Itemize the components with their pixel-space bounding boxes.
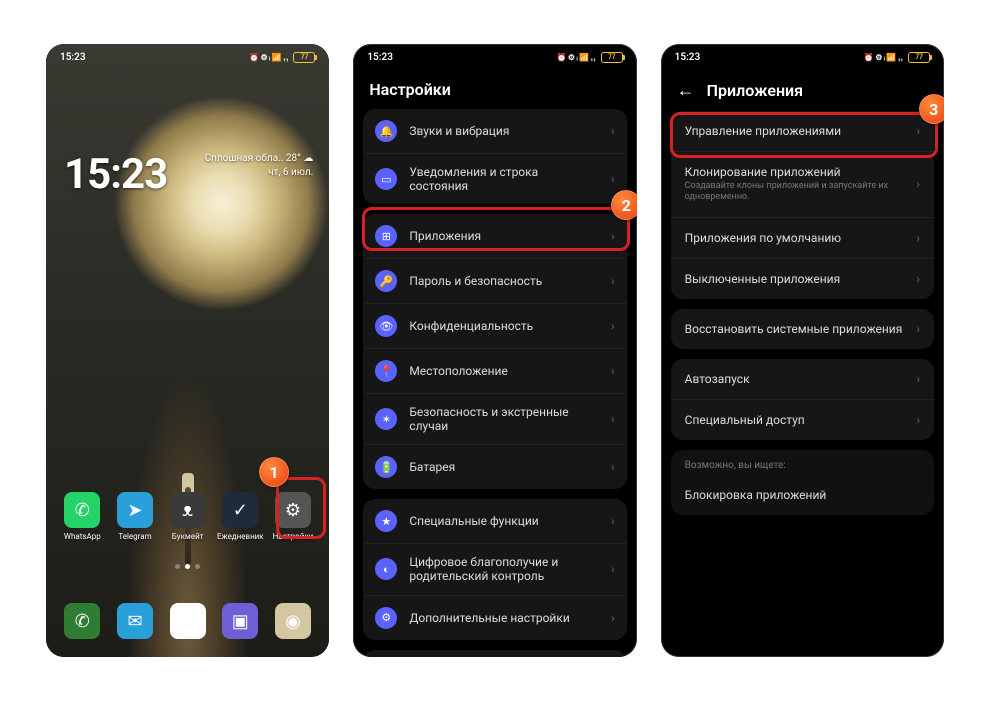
camera-icon: ◉ [275,603,311,639]
bell-icon: 🔔 [375,120,397,142]
messages-icon: ✉ [117,603,153,639]
row-sounds[interactable]: 🔔Звуки и вибрация› [363,109,626,153]
phone-icon: ✆ [64,603,100,639]
chevron-right-icon: › [916,322,920,336]
wellbeing-icon: ◐ [375,558,397,580]
chevron-right-icon: › [916,413,920,427]
battery-icon: 77 [601,52,623,63]
asterisk-icon: ✶ [375,408,397,430]
row-battery[interactable]: 🔋Батарея› [363,444,626,489]
app-row: ✆WhatsApp ➤Telegram ᴥБукмейт ✓Ежедневник… [46,492,329,541]
gear-icon: ⚙ [275,492,311,528]
battery-icon: 77 [293,52,315,63]
chevron-right-icon: › [916,231,920,245]
app-planner[interactable]: ✓Ежедневник [218,492,262,541]
chevron-right-icon: › [611,274,615,288]
row-password[interactable]: 🔑Пароль и безопасность› [363,258,626,303]
screenshot-home: 15:23 ⏰ ⚙ ᵢ 📶 ₁₁ 77 15:23 Сплошная обла.… [46,44,329,657]
telegram-icon: ➤ [117,492,153,528]
row-restore-system-apps[interactable]: Восстановить системные приложения› [671,309,934,349]
apps-icon: ⊞ [375,225,397,247]
row-clone-apps[interactable]: Клонирование приложенийСоздавайте клоны … [671,151,934,217]
chevron-right-icon: › [611,412,615,426]
step-badge-1: 1 [259,457,289,487]
weather-widget[interactable]: Сплошная обла.. 28° ☁ чт, 6 июл. [205,152,314,179]
battery-icon: 🔋 [375,456,397,478]
app-settings[interactable]: ⚙Настройки [271,492,315,541]
chevron-right-icon: › [611,124,615,138]
page-indicator [46,564,329,569]
row-autostart[interactable]: Автозапуск› [671,359,934,399]
row-safety[interactable]: ✶Безопасность и экстренные случаи› [363,393,626,444]
screenshot-apps: 15:23 ⏰ ⚙ ᵢ 📶 ₁₁ 77 ← Приложения Управле… [661,44,944,657]
status-bar: 15:23 ⏰ ⚙ ᵢ 📶 ₁₁ 77 [46,44,329,70]
status-time: 15:23 [367,52,393,63]
row-additional[interactable]: ⚙Дополнительные настройки› [363,595,626,640]
key-icon: 🔑 [375,270,397,292]
statusbar-icon: ▭ [375,168,397,190]
dock-phone[interactable]: ✆ [60,603,104,639]
row-app-lock[interactable]: Блокировка приложений [671,475,934,515]
back-arrow-icon[interactable]: ← [677,80,695,101]
dock-camera[interactable]: ◉ [271,603,315,639]
dock-yandex[interactable]: Y [166,603,210,639]
lock-clock: 15:23 [64,150,167,199]
whatsapp-icon: ✆ [64,492,100,528]
chevron-right-icon: › [916,124,920,138]
chevron-right-icon: › [611,611,615,625]
row-notifications[interactable]: ▭Уведомления и строка состояния› [363,153,626,204]
chevron-right-icon: › [611,562,615,576]
row-apps[interactable]: ⊞Приложения› [363,214,626,258]
row-default-apps[interactable]: Приложения по умолчанию› [671,217,934,258]
screenshot-settings: 15:23 ⏰ ⚙ ᵢ 📶 ₁₁ 77 Настройки 🔔Звуки и в… [353,44,636,657]
chevron-right-icon: › [916,177,920,191]
status-time: 15:23 [675,52,701,63]
status-indicators: ⏰ ⚙ ᵢ 📶 ₁₁ 77 [249,52,315,63]
bookmate-icon: ᴥ [170,492,206,528]
chevron-right-icon: › [611,364,615,378]
row-disabled-apps[interactable]: Выключенные приложения› [671,258,934,299]
planner-icon: ✓ [222,492,258,528]
row-privacy[interactable]: 👁Конфиденциальность› [363,303,626,348]
chevron-right-icon: › [611,172,615,186]
row-special-access[interactable]: Специальный доступ› [671,399,934,440]
chevron-right-icon: › [916,372,920,386]
app-whatsapp[interactable]: ✆WhatsApp [60,492,104,541]
app-bookmate[interactable]: ᴥБукмейт [166,492,210,541]
settings-list[interactable]: 🔔Звуки и вибрация› ▭Уведомления и строка… [353,109,636,657]
step-badge-2: 2 [611,190,636,220]
status-indicators: ⏰ ⚙ ᵢ 📶 ₁₁ 77 [557,52,623,63]
gallery-icon: ▣ [222,603,258,639]
chevron-right-icon: › [611,460,615,474]
gear-icon: ⚙ [375,607,397,629]
eye-icon: 👁 [375,315,397,337]
page-title: Приложения [707,81,803,100]
chevron-right-icon: › [916,272,920,286]
chevron-right-icon: › [611,514,615,528]
status-bar: 15:23 ⏰ ⚙ ᵢ 📶 ₁₁ 77 [661,44,944,70]
row-wellbeing[interactable]: ◐Цифровое благополучие и родительский ко… [363,543,626,595]
dock-gallery[interactable]: ▣ [218,603,262,639]
pin-icon: 📍 [375,360,397,382]
dock-messages[interactable]: ✉ [113,603,157,639]
step-badge-3: 3 [919,94,944,124]
dock: ✆ ✉ Y ▣ ◉ [46,603,329,639]
row-special[interactable]: ★Специальные функции› [363,499,626,543]
apps-settings-list[interactable]: Управление приложениями› Клонирование пр… [661,111,944,515]
row-location[interactable]: 📍Местоположение› [363,348,626,393]
row-about[interactable]: ⓘОб устройстве› [363,650,626,657]
status-time: 15:23 [60,52,86,63]
chevron-right-icon: › [611,229,615,243]
status-indicators: ⏰ ⚙ ᵢ 📶 ₁₁ 77 [864,52,930,63]
app-telegram[interactable]: ➤Telegram [113,492,157,541]
star-icon: ★ [375,510,397,532]
status-bar: 15:23 ⏰ ⚙ ᵢ 📶 ₁₁ 77 [353,44,636,70]
chevron-right-icon: › [611,319,615,333]
maybe-looking-for: Возможно, вы ищете: [671,450,934,475]
battery-icon: 77 [908,52,930,63]
yandex-icon: Y [170,603,206,639]
row-manage-apps[interactable]: Управление приложениями› [671,111,934,151]
